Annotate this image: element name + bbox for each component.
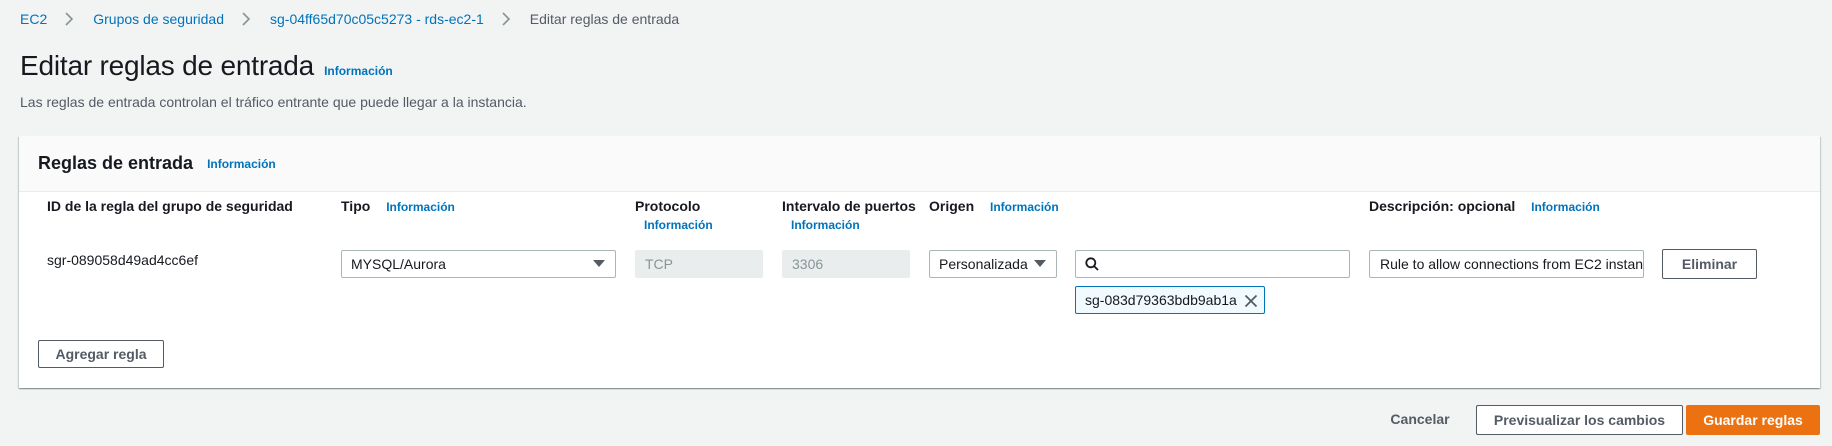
save-rules-button[interactable]: Guardar reglas: [1686, 405, 1820, 435]
source-info-link[interactable]: Información: [990, 200, 1059, 214]
delete-rule-button[interactable]: Eliminar: [1662, 249, 1757, 279]
column-label-rule-id: ID de la regla del grupo de seguridad: [47, 198, 293, 214]
breadcrumb-security-group[interactable]: sg-04ff65d70c05c5273 - rds-ec2-1: [270, 11, 484, 27]
source-token: sg-083d79363bdb9ab1a: [1075, 286, 1265, 314]
chevron-right-icon: [65, 12, 74, 26]
add-rule-label: Agregar regla: [55, 346, 147, 362]
breadcrumb-ec2[interactable]: EC2: [20, 11, 47, 27]
breadcrumb-security-groups[interactable]: Grupos de seguridad: [93, 11, 224, 27]
column-label-port-range: Intervalo de puertos: [782, 198, 916, 214]
source-search-input[interactable]: [1075, 250, 1350, 278]
column-label-protocol: Protocolo: [635, 198, 701, 214]
column-label-type: Tipo: [341, 198, 371, 214]
column-header-type: Tipo Información: [341, 198, 455, 214]
page-header: Editar reglas de entrada Información: [20, 50, 393, 82]
panel-title: Reglas de entrada: [38, 153, 194, 173]
caret-down-icon: [1034, 260, 1046, 267]
preview-changes-button[interactable]: Previsualizar los cambios: [1476, 405, 1683, 435]
protocol-info-link[interactable]: Información: [644, 218, 713, 232]
source-type-value: Personalizada: [939, 256, 1028, 272]
column-header-source: Origen Información: [929, 198, 1059, 214]
protocol-value: TCP: [645, 256, 673, 272]
search-icon: [1085, 257, 1099, 271]
chevron-right-icon: [242, 12, 251, 26]
source-type-select[interactable]: Personalizada: [929, 250, 1057, 278]
column-label-source: Origen: [929, 198, 975, 214]
cancel-button[interactable]: Cancelar: [1376, 404, 1464, 434]
close-icon[interactable]: [1244, 294, 1258, 308]
column-header-port-range: Intervalo de puertos: [782, 198, 916, 214]
caret-down-icon: [593, 260, 605, 267]
column-header-protocol: Protocolo: [635, 198, 700, 214]
protocol-field: TCP: [635, 250, 763, 278]
inbound-rules-panel: Reglas de entrada Información ID de la r…: [19, 136, 1820, 388]
delete-rule-label: Eliminar: [1681, 256, 1738, 272]
type-select[interactable]: MYSQL/Aurora: [341, 250, 616, 278]
rule-id: sgr-089058d49ad4cc6ef: [47, 252, 199, 268]
panel-info-link[interactable]: Información: [207, 157, 276, 171]
breadcrumb: EC2 Grupos de seguridad sg-04ff65d70c05c…: [20, 9, 679, 29]
column-label-description: Descripción: opcional: [1369, 198, 1516, 214]
cancel-label: Cancelar: [1390, 411, 1450, 427]
page-title: Editar reglas de entrada: [20, 50, 315, 81]
column-header-rule-id: ID de la regla del grupo de seguridad: [47, 198, 293, 214]
breadcrumb-current: Editar reglas de entrada: [529, 11, 680, 27]
port-range-info-link[interactable]: Información: [791, 218, 860, 232]
page-info-link[interactable]: Información: [324, 64, 393, 78]
type-select-value: MYSQL/Aurora: [351, 256, 446, 272]
port-range-field: 3306: [782, 250, 910, 278]
chevron-right-icon: [502, 12, 510, 26]
source-token-label: sg-083d79363bdb9ab1a: [1085, 292, 1237, 308]
description-value: Rule to allow connections from EC2 insta…: [1380, 256, 1644, 272]
description-input[interactable]: Rule to allow connections from EC2 insta…: [1369, 250, 1644, 278]
panel-header: Reglas de entrada Información: [19, 136, 1820, 192]
add-rule-button[interactable]: Agregar regla: [38, 340, 164, 368]
port-range-value: 3306: [792, 256, 824, 272]
preview-changes-label: Previsualizar los cambios: [1493, 412, 1666, 428]
column-header-description: Descripción: opcional Información: [1369, 198, 1600, 214]
save-rules-label: Guardar reglas: [1703, 412, 1803, 428]
description-info-link[interactable]: Información: [1531, 200, 1600, 214]
page-description: Las reglas de entrada controlan el tráfi…: [20, 94, 527, 110]
type-info-link[interactable]: Información: [386, 200, 455, 214]
